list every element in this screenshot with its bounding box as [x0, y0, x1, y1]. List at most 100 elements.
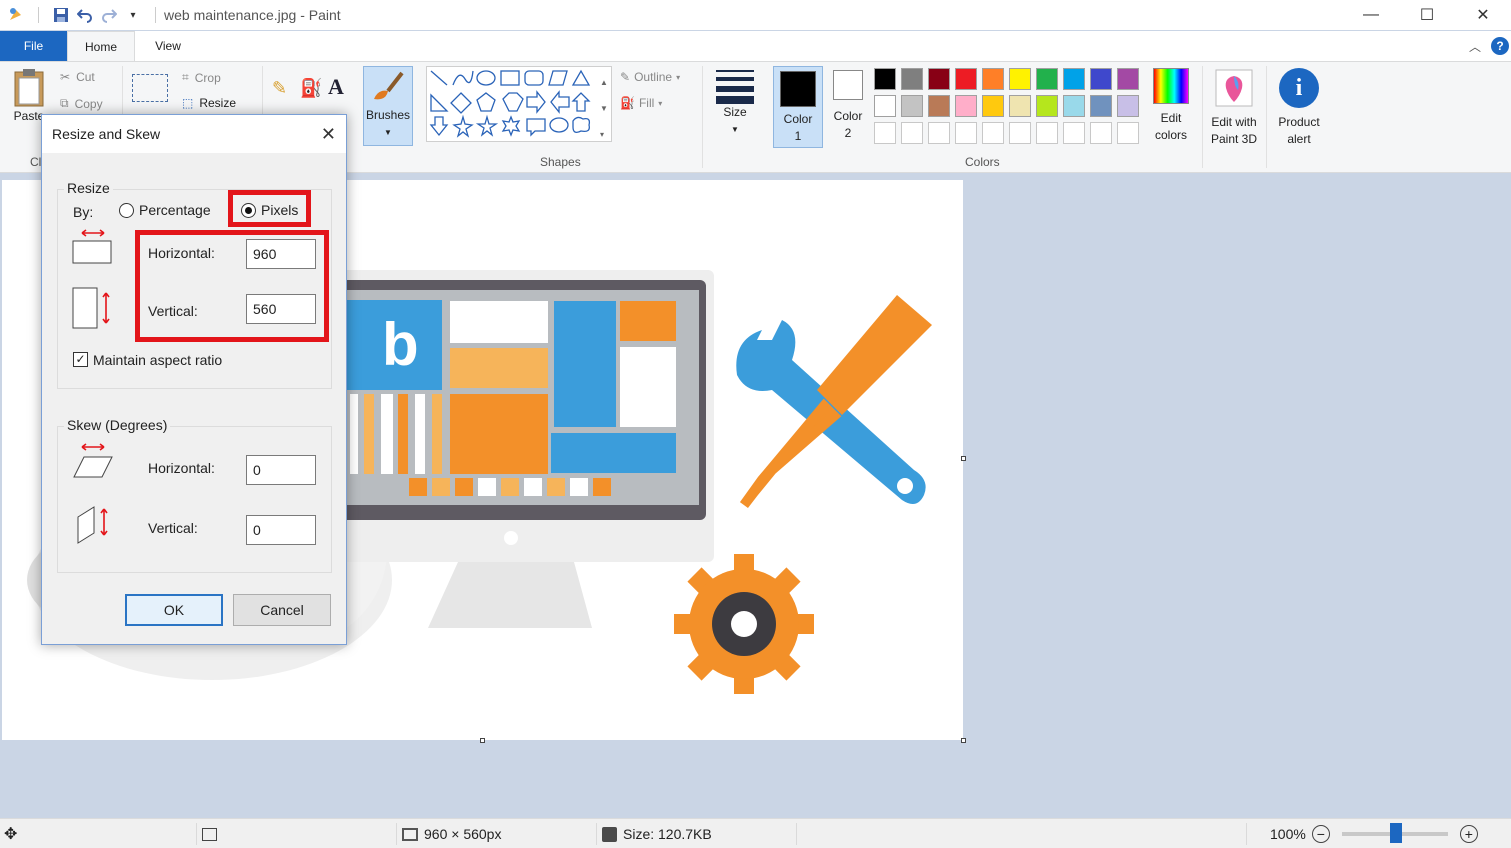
dialog-close-icon[interactable]: ✕ — [321, 124, 336, 145]
palette-swatch[interactable] — [1036, 68, 1058, 90]
skew-legend: Skew (Degrees) — [64, 417, 171, 433]
resize-icon: ⬚ — [182, 96, 194, 110]
zoom-level: 100% — [1270, 826, 1306, 842]
resize-label: Resize — [199, 96, 237, 110]
help-icon[interactable]: ? — [1491, 37, 1509, 55]
tab-view[interactable]: View — [135, 31, 201, 61]
maximize-button[interactable]: ☐ — [1399, 0, 1455, 30]
palette-swatch[interactable] — [928, 95, 950, 117]
copy-button[interactable]: ⧉ Copy — [60, 96, 103, 111]
brushes-button[interactable]: Brushes ▼ — [363, 66, 413, 146]
tab-file[interactable]: File — [0, 31, 67, 61]
divider — [596, 823, 597, 845]
window-title: web maintenance.jpg - Paint — [164, 7, 341, 23]
redo-icon[interactable] — [99, 5, 119, 25]
pixels-radio[interactable] — [241, 203, 256, 218]
palette-swatch[interactable] — [955, 68, 977, 90]
resize-handle-right[interactable] — [961, 456, 966, 461]
customize-toolbar-icon[interactable]: ▾ — [123, 5, 143, 25]
palette-swatch[interactable] — [1090, 95, 1112, 117]
resize-button[interactable]: ⬚ Resize — [182, 96, 236, 110]
palette-swatch-empty[interactable] — [982, 122, 1004, 144]
collapse-ribbon-icon[interactable]: ︿ — [1469, 38, 1481, 55]
palette-swatch[interactable] — [901, 95, 923, 117]
palette-swatch[interactable] — [1117, 68, 1139, 90]
size-button[interactable]: Size ▼ — [712, 68, 758, 138]
color1-label: Color — [783, 112, 813, 126]
percentage-label[interactable]: Percentage — [139, 202, 211, 218]
palette-swatch-empty[interactable] — [874, 122, 896, 144]
text-tool-icon[interactable]: A — [328, 74, 344, 100]
palette-swatch[interactable] — [1090, 68, 1112, 90]
zoom-out-icon[interactable]: − — [1311, 825, 1330, 843]
palette-swatch[interactable] — [901, 68, 923, 90]
horizontal-input[interactable]: 960 — [246, 239, 316, 269]
palette-swatch[interactable] — [874, 68, 896, 90]
edit-with-paint3d-button[interactable]: Edit with Paint 3D — [1206, 68, 1262, 148]
palette-swatch-empty[interactable] — [1063, 122, 1085, 144]
image-size-icon — [402, 827, 418, 841]
palette-swatch[interactable] — [1009, 95, 1031, 117]
window-controls: — ☐ ✕ — [1343, 0, 1511, 30]
palette-swatch[interactable] — [1063, 95, 1085, 117]
vertical-input[interactable]: 560 — [246, 294, 316, 324]
color2-button[interactable]: Color 2 — [825, 70, 871, 142]
ok-button[interactable]: OK — [125, 594, 223, 626]
rainbow-icon — [1153, 68, 1189, 104]
outline-label: Outline — [634, 70, 673, 84]
pencil-icon[interactable]: ✎ — [272, 78, 287, 99]
vertical-label: Vertical: — [148, 303, 198, 319]
tab-home[interactable]: Home — [67, 31, 135, 61]
select-button[interactable] — [132, 74, 168, 102]
shapes-gallery[interactable] — [426, 66, 612, 142]
maintain-aspect-label[interactable]: Maintain aspect ratio — [93, 352, 222, 368]
palette-swatch-empty[interactable] — [1117, 122, 1139, 144]
minimize-button[interactable]: — — [1343, 0, 1399, 30]
clipboard-icon — [14, 69, 44, 107]
skew-vertical-input[interactable]: 0 — [246, 515, 316, 545]
crop-button[interactable]: ⌗ Crop — [182, 70, 221, 85]
zoom-slider[interactable] — [1341, 823, 1448, 843]
cancel-button[interactable]: Cancel — [233, 594, 331, 626]
palette-swatch[interactable] — [982, 68, 1004, 90]
palette-swatch[interactable] — [928, 68, 950, 90]
fill-bucket-icon[interactable]: ⛽ — [300, 78, 322, 99]
resize-handle-corner[interactable] — [961, 738, 966, 743]
undo-icon[interactable] — [75, 5, 95, 25]
palette-swatch[interactable] — [955, 95, 977, 117]
palette-swatch-empty[interactable] — [901, 122, 923, 144]
resize-handle-bottom[interactable] — [480, 738, 485, 743]
fill-button[interactable]: ⛽ Fill ▾ — [620, 96, 662, 110]
ribbon-right-controls: ︿ ? — [1469, 37, 1511, 55]
brush-icon — [374, 71, 404, 100]
palette-swatch[interactable] — [874, 95, 896, 117]
zoom-slider-thumb[interactable] — [1389, 823, 1402, 843]
crop-icon: ⌗ — [182, 70, 189, 84]
maintain-aspect-checkbox[interactable]: ✓ — [73, 352, 88, 367]
palette-swatch[interactable] — [1009, 68, 1031, 90]
palette-swatch[interactable] — [982, 95, 1004, 117]
zoom-in-icon[interactable]: + — [1459, 825, 1478, 843]
palette-swatch[interactable] — [1063, 68, 1085, 90]
palette-swatch[interactable] — [1117, 95, 1139, 117]
paint-app-icon[interactable] — [6, 5, 26, 25]
pixels-label[interactable]: Pixels — [261, 202, 298, 218]
divider — [1266, 66, 1267, 168]
palette-swatch[interactable] — [1036, 95, 1058, 117]
cut-button[interactable]: ✂ Cut — [60, 70, 95, 84]
save-icon[interactable] — [51, 5, 71, 25]
outline-button[interactable]: ✎ Outline ▾ — [620, 70, 680, 84]
color1-button[interactable]: Color 1 — [773, 66, 823, 148]
palette-swatch-empty[interactable] — [955, 122, 977, 144]
shapes-scroll[interactable]: ▲ ▼ ▾ — [600, 70, 608, 148]
percentage-radio[interactable] — [119, 203, 134, 218]
divider — [1202, 66, 1203, 168]
edit-colors-button[interactable]: Edit colors — [1148, 68, 1194, 144]
palette-swatch-empty[interactable] — [1036, 122, 1058, 144]
palette-swatch-empty[interactable] — [1009, 122, 1031, 144]
skew-horizontal-input[interactable]: 0 — [246, 455, 316, 485]
palette-swatch-empty[interactable] — [928, 122, 950, 144]
product-alert-button[interactable]: i Product alert — [1272, 68, 1326, 148]
palette-swatch-empty[interactable] — [1090, 122, 1112, 144]
close-button[interactable]: ✕ — [1455, 0, 1511, 30]
